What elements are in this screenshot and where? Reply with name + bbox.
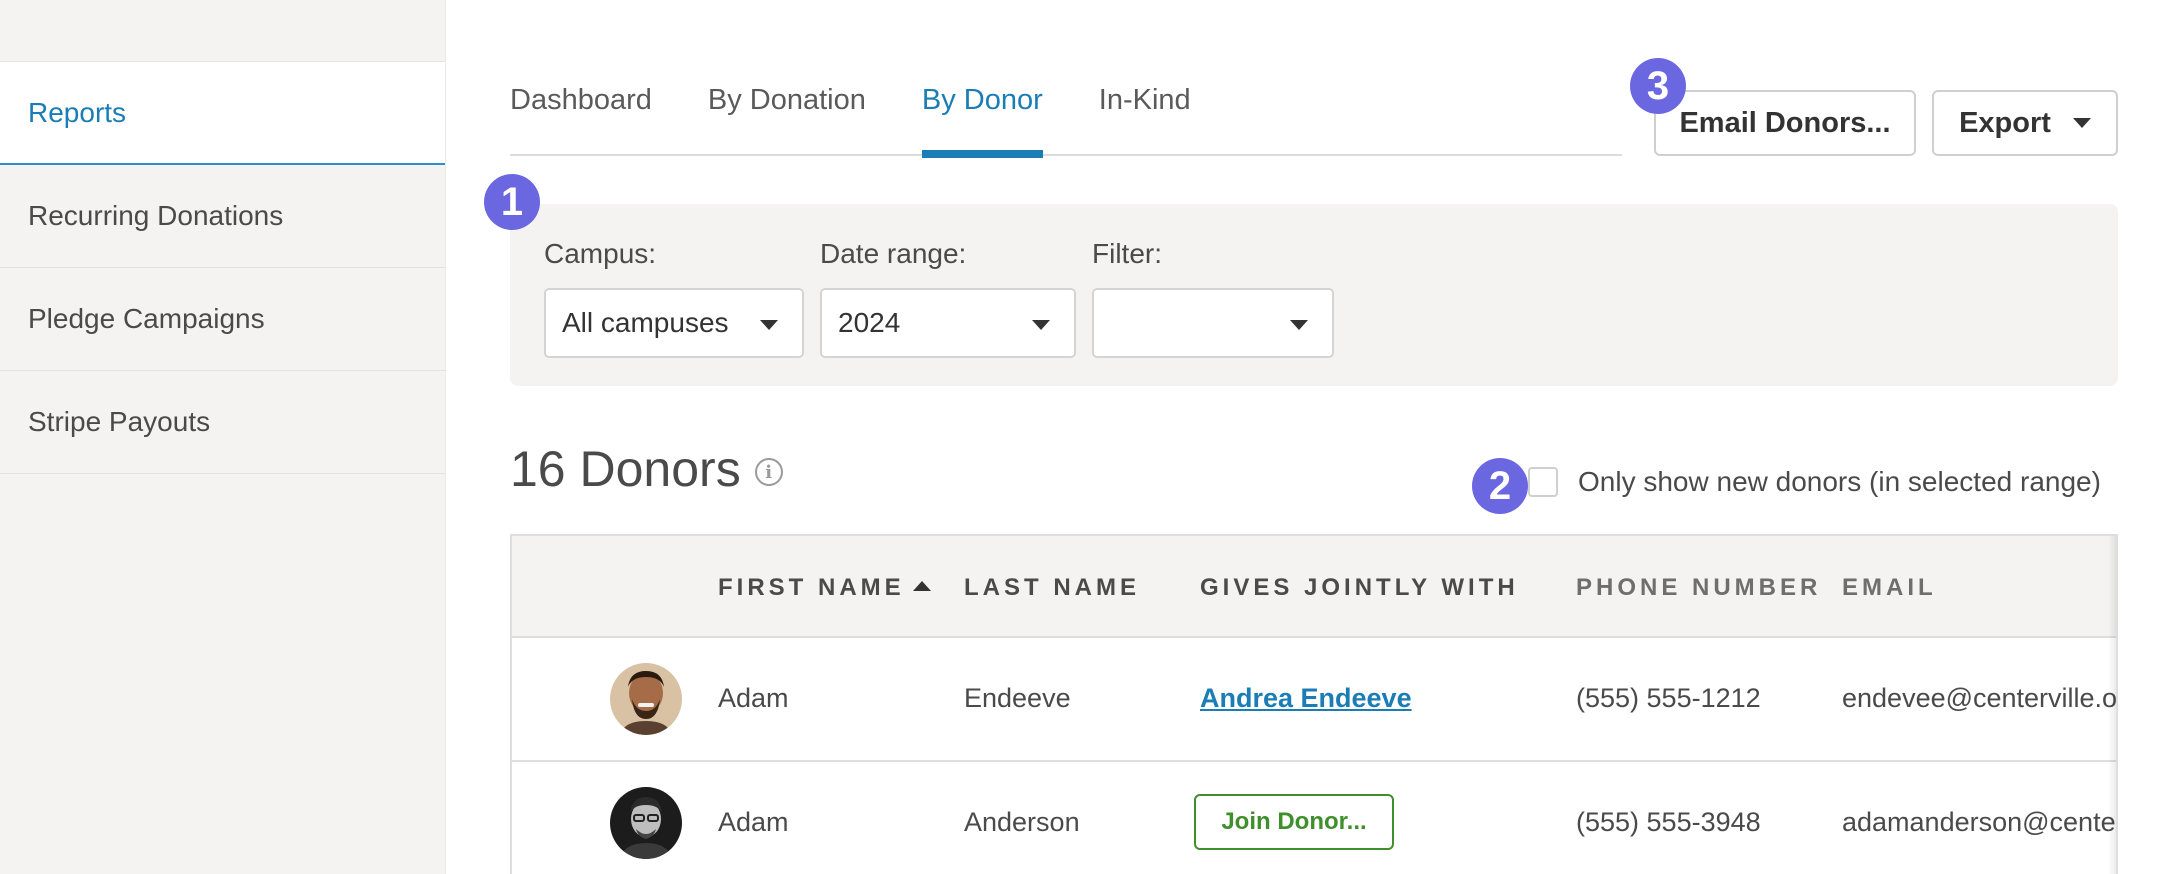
column-first-name-label: FIRST NAME (718, 574, 905, 601)
date-range-select[interactable]: 2024 (820, 288, 1076, 358)
filter-filter: Filter: (1092, 238, 1334, 358)
sidebar: Reports Recurring Donations Pledge Campa… (0, 0, 446, 874)
donor-count-label: 16 Donors (510, 441, 741, 497)
chevron-down-icon (2072, 118, 2091, 128)
column-phone-number: PHONE NUMBER (1576, 574, 1822, 601)
campus-filter: Campus: All campuses (544, 238, 804, 358)
sidebar-item-pledge-campaigns[interactable]: Pledge Campaigns (0, 268, 445, 371)
new-donors-toggle[interactable]: Only show new donors (in selected range) (1528, 466, 2101, 498)
table-scroll-shadow (2108, 536, 2116, 874)
chevron-down-icon (1290, 320, 1308, 330)
new-donors-checkbox[interactable] (1528, 467, 1558, 497)
join-donor-button[interactable]: Join Donor... (1194, 794, 1394, 850)
donor-count-heading: 16 Donors i (510, 440, 783, 498)
donors-table: FIRST NAME LAST NAME GIVES JOINTLY WITH … (510, 534, 2118, 874)
column-first-name[interactable]: FIRST NAME (718, 574, 931, 602)
phone-cell: (555) 555-1212 (1576, 683, 1761, 713)
joint-donor-link[interactable]: Andrea Endeeve (1200, 683, 1412, 714)
avatar (610, 787, 682, 859)
avatar (610, 663, 682, 735)
annotation-badge-2: 2 (1472, 458, 1528, 514)
filter-label: Filter: (1092, 238, 1162, 269)
sidebar-item-recurring-donations[interactable]: Recurring Donations (0, 165, 445, 268)
first-name-cell: Adam (718, 807, 789, 837)
annotation-badge-3: 3 (1630, 58, 1686, 114)
table-row[interactable]: Adam Anderson Join Donor... (555) 555-39… (512, 762, 2116, 874)
date-range-filter: Date range: 2024 (820, 238, 1076, 358)
sort-ascending-icon (912, 581, 931, 591)
tab-dashboard[interactable]: Dashboard (510, 60, 652, 156)
date-range-value: 2024 (838, 307, 901, 338)
tab-by-donor[interactable]: By Donor (921, 60, 1043, 158)
first-name-cell: Adam (718, 683, 789, 713)
column-gives-jointly-with[interactable]: GIVES JOINTLY WITH (1200, 574, 1519, 602)
report-tabs: Dashboard By Donation By Donor In-Kind (510, 60, 1622, 158)
info-icon[interactable]: i (754, 458, 783, 486)
filter-panel: Campus: All campuses Date range: 2024 Fi… (510, 204, 2118, 386)
export-button[interactable]: Export (1932, 90, 2118, 156)
last-name-cell: Endeeve (964, 683, 1071, 713)
filter-select[interactable] (1092, 288, 1334, 358)
sidebar-item-stripe-payouts[interactable]: Stripe Payouts (0, 371, 445, 474)
email-donors-button[interactable]: Email Donors... (1654, 90, 1916, 156)
export-label: Export (1959, 106, 2051, 139)
annotation-badge-1: 1 (484, 174, 540, 230)
table-row[interactable]: Adam Endeeve Andrea Endeeve (555) 555-12… (512, 638, 2116, 762)
campus-value: All campuses (562, 307, 729, 338)
email-cell: adamanderson@centerville.org (1842, 807, 2116, 837)
chevron-down-icon (1032, 320, 1050, 330)
new-donors-label: Only show new donors (in selected range) (1578, 466, 2101, 497)
last-name-cell: Anderson (964, 807, 1080, 837)
column-last-name[interactable]: LAST NAME (964, 574, 1140, 602)
sidebar-top-spacer (0, 0, 445, 62)
email-cell: endevee@centerville.org (1842, 683, 2118, 713)
table-header: FIRST NAME LAST NAME GIVES JOINTLY WITH … (512, 536, 2116, 638)
email-donors-label: Email Donors... (1679, 106, 1891, 139)
tab-by-donation[interactable]: By Donation (708, 60, 866, 156)
campus-select[interactable]: All campuses (544, 288, 804, 358)
chevron-down-icon (760, 320, 778, 330)
campus-label: Campus: (544, 238, 657, 269)
sidebar-item-reports[interactable]: Reports (0, 62, 445, 165)
date-range-label: Date range: (820, 238, 967, 269)
phone-cell: (555) 555-3948 (1576, 807, 1761, 837)
column-email: EMAIL (1842, 574, 1937, 601)
tab-in-kind[interactable]: In-Kind (1099, 60, 1191, 156)
